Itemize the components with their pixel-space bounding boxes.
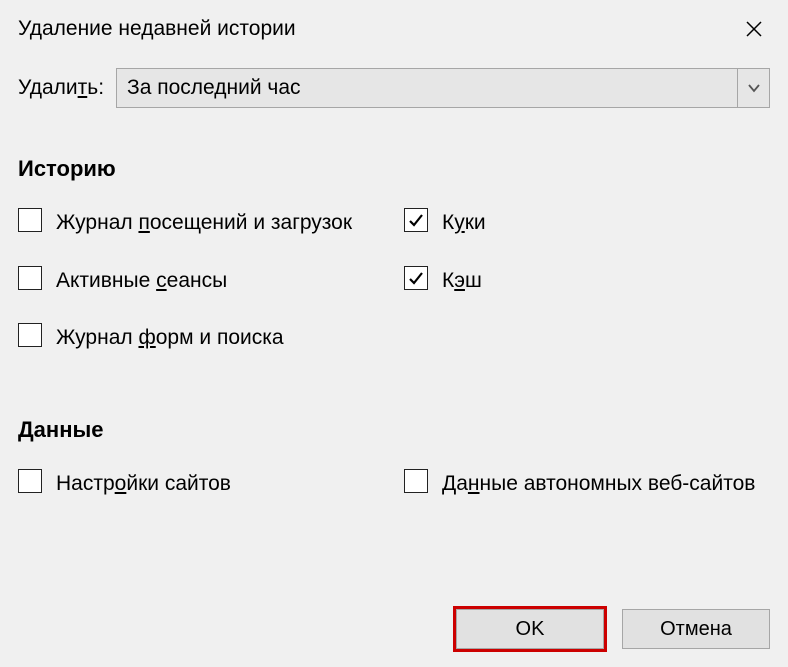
time-range-label: Удалить: (18, 76, 104, 100)
check-icon (407, 211, 425, 229)
data-section-title: Данные (18, 417, 770, 443)
time-range-select[interactable]: За последний час (116, 68, 770, 108)
data-section: Данные Настройки сайтов (18, 417, 770, 525)
history-section-title: Историю (18, 156, 770, 182)
checkbox-forms-label[interactable]: Журнал форм и поиска (56, 321, 284, 355)
checkbox-cookies-row: Куки (404, 206, 770, 240)
checkbox-cookies-label[interactable]: Куки (442, 206, 486, 240)
dialog-title: Удаление недавней истории (18, 17, 296, 41)
checkbox-browsing-label[interactable]: Журнал посещений и загрузок (56, 206, 352, 240)
close-icon (745, 20, 763, 38)
dialog-footer: OK Отмена (456, 609, 770, 649)
checkbox-site-settings-row: Настройки сайтов (18, 467, 384, 501)
checkbox-browsing[interactable] (18, 208, 42, 232)
checkbox-forms-row: Журнал форм и поиска (18, 321, 384, 355)
check-icon (407, 269, 425, 287)
clear-history-dialog: Удаление недавней истории Удалить: За по… (0, 0, 788, 667)
data-col-right: Данные автономных веб-сайтов (404, 467, 770, 525)
history-col-right: Куки Кэш (404, 206, 770, 379)
data-col-left: Настройки сайтов (18, 467, 384, 525)
checkbox-site-settings-label[interactable]: Настройки сайтов (56, 467, 231, 501)
checkbox-offline[interactable] (404, 469, 428, 493)
history-columns: Журнал посещений и загрузок Активные сеа… (18, 206, 770, 379)
checkbox-sessions-row: Активные сеансы (18, 264, 384, 298)
checkbox-cache[interactable] (404, 266, 428, 290)
time-range-row: Удалить: За последний час (18, 68, 770, 108)
time-range-value: За последний час (127, 76, 301, 100)
time-range-dropdown-button[interactable] (737, 69, 769, 107)
history-section: Историю Журнал посещений и загрузок Акти… (18, 156, 770, 379)
checkbox-offline-label[interactable]: Данные автономных веб-сайтов (442, 467, 755, 501)
checkbox-offline-row: Данные автономных веб-сайтов (404, 467, 770, 501)
chevron-down-icon (748, 83, 760, 93)
cancel-button[interactable]: Отмена (622, 609, 770, 649)
ok-button[interactable]: OK (456, 609, 604, 649)
checkbox-cache-label[interactable]: Кэш (442, 264, 482, 298)
checkbox-cookies[interactable] (404, 208, 428, 232)
checkbox-sessions-label[interactable]: Активные сеансы (56, 264, 227, 298)
dialog-body: Удалить: За последний час Историю (0, 54, 788, 524)
history-col-left: Журнал посещений и загрузок Активные сеа… (18, 206, 384, 379)
checkbox-sessions[interactable] (18, 266, 42, 290)
titlebar: Удаление недавней истории (0, 0, 788, 54)
checkbox-site-settings[interactable] (18, 469, 42, 493)
data-columns: Настройки сайтов Данные автономных веб-с… (18, 467, 770, 525)
checkbox-forms[interactable] (18, 323, 42, 347)
checkbox-cache-row: Кэш (404, 264, 770, 298)
close-button[interactable] (734, 9, 774, 49)
checkbox-browsing-row: Журнал посещений и загрузок (18, 206, 384, 240)
